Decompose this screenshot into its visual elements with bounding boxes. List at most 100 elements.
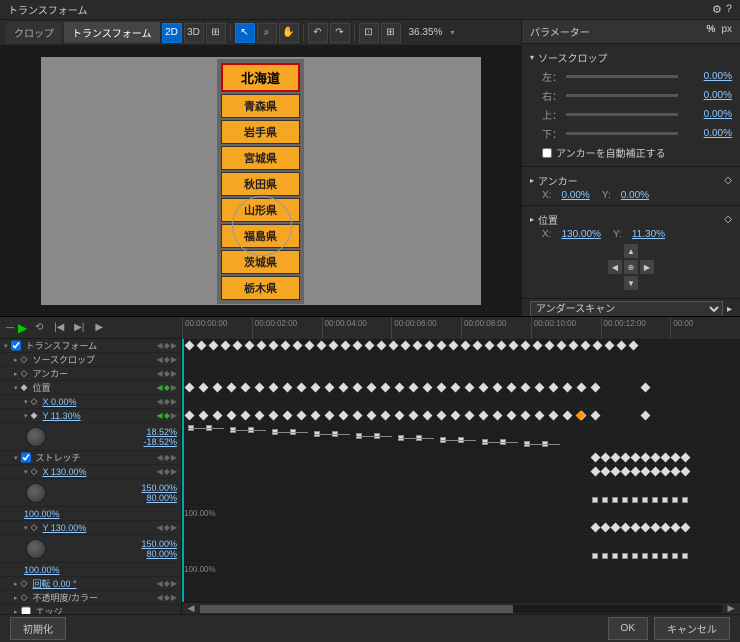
keyframe[interactable] — [521, 341, 531, 351]
keyframe[interactable] — [601, 453, 611, 463]
crop-top-value[interactable]: 0.00% — [684, 109, 732, 120]
keyframe[interactable] — [465, 411, 475, 421]
keyframe[interactable] — [485, 341, 495, 351]
crop-left-value[interactable]: 0.00% — [684, 71, 732, 82]
track-stretch[interactable]: ストレッチ — [34, 451, 154, 464]
keyframe[interactable] — [353, 341, 363, 351]
nav-up[interactable]: ▲ — [624, 244, 638, 258]
keyframe[interactable] — [641, 523, 651, 533]
keyframe[interactable] — [377, 341, 387, 351]
marker-button[interactable]: ▶ — [91, 320, 107, 336]
timeline-data-area[interactable]: 100.00% 100.00% ◀ ▶ — [182, 339, 740, 614]
keyframe[interactable] — [209, 341, 219, 351]
keyframe[interactable] — [602, 497, 608, 503]
keyframe[interactable] — [672, 497, 678, 503]
keyframe[interactable] — [493, 383, 503, 393]
keyframe[interactable] — [682, 497, 688, 503]
keyframe[interactable] — [509, 341, 519, 351]
keyframe[interactable] — [245, 341, 255, 351]
keyframe[interactable] — [651, 467, 661, 477]
str-x-knob[interactable] — [26, 483, 46, 503]
keyframe[interactable] — [437, 383, 447, 393]
scroll-track[interactable] — [200, 605, 722, 613]
keyframe[interactable] — [293, 341, 303, 351]
keyframe[interactable] — [479, 411, 489, 421]
keyframe[interactable] — [593, 341, 603, 351]
keyframe[interactable] — [563, 411, 573, 421]
keyframe[interactable] — [493, 411, 503, 421]
preview-canvas[interactable]: 北海道 青森県 岩手県 宮城県 秋田県 山形県 福島県 茨城県 栃木県 — [0, 46, 521, 316]
keyframe[interactable] — [651, 523, 661, 533]
scroll-thumb[interactable] — [200, 605, 513, 613]
redo-button[interactable]: ↷ — [330, 23, 350, 43]
keyframe[interactable] — [413, 341, 423, 351]
track-pos-x[interactable]: X 0.00% — [40, 397, 153, 407]
scroll-left-arrow[interactable]: ◀ — [186, 604, 196, 614]
mode-3d-button[interactable]: 3D — [184, 23, 204, 43]
keyframe[interactable] — [641, 383, 651, 393]
zoom-dropdown-icon[interactable]: ▾ — [450, 28, 454, 37]
keyframe[interactable] — [681, 467, 691, 477]
keyframe[interactable] — [283, 411, 293, 421]
keyframe[interactable] — [305, 341, 315, 351]
keyframe[interactable] — [642, 497, 648, 503]
keyframe[interactable] — [671, 467, 681, 477]
keyframe[interactable] — [311, 411, 321, 421]
settings-icon[interactable]: ⚙ — [712, 3, 722, 16]
keyframe[interactable] — [577, 383, 587, 393]
tab-transform[interactable]: トランスフォーム — [64, 22, 160, 43]
keyframe[interactable] — [473, 341, 483, 351]
nav-down[interactable]: ▼ — [624, 276, 638, 290]
keyframe[interactable] — [601, 523, 611, 533]
keyframe[interactable] — [661, 523, 671, 533]
prev-kf-button[interactable]: |◀ — [51, 320, 67, 336]
zoom-value[interactable]: 36.35% — [403, 27, 449, 38]
keyframe[interactable] — [341, 341, 351, 351]
loop-button[interactable]: ⟲ — [31, 320, 47, 336]
track-transform-checkbox[interactable] — [11, 339, 21, 352]
keyframe[interactable] — [581, 341, 591, 351]
help-icon[interactable]: ? — [726, 3, 732, 16]
keyframe[interactable] — [325, 383, 335, 393]
keyframe[interactable] — [227, 383, 237, 393]
track-anchor[interactable]: アンカー — [30, 367, 153, 380]
keyframe[interactable] — [641, 411, 651, 421]
keyframe[interactable] — [651, 453, 661, 463]
keyframe[interactable] — [591, 453, 601, 463]
playhead[interactable] — [182, 339, 184, 614]
keyframe[interactable] — [549, 383, 559, 393]
tab-crop[interactable]: クロップ — [6, 22, 62, 43]
keyframe[interactable] — [591, 383, 601, 393]
keyframe[interactable] — [311, 383, 321, 393]
keyframe[interactable] — [367, 411, 377, 421]
keyframe[interactable] — [549, 411, 559, 421]
underscan-action-icon[interactable]: ▸ — [727, 304, 732, 315]
hand-tool[interactable]: ✋ — [279, 23, 299, 43]
play-button[interactable]: ▶ — [18, 321, 27, 335]
keyframe[interactable] — [409, 383, 419, 393]
section-position[interactable]: ▸位置◇ — [530, 210, 732, 229]
keyframe[interactable] — [451, 411, 461, 421]
keyframe[interactable] — [269, 411, 279, 421]
section-anchor[interactable]: ▸アンカー◇ — [530, 171, 732, 190]
pos-y-knob[interactable] — [26, 427, 46, 447]
keyframe[interactable] — [631, 467, 641, 477]
crop-bottom-value[interactable]: 0.00% — [684, 128, 732, 139]
track-str-x[interactable]: X 130.00% — [40, 467, 153, 477]
keyframe[interactable] — [451, 383, 461, 393]
keyframe[interactable] — [612, 553, 618, 559]
track-toggle-icon[interactable]: — — [6, 323, 14, 332]
keyframe[interactable] — [395, 383, 405, 393]
track-position[interactable]: 位置 — [30, 381, 153, 394]
keyframe[interactable] — [621, 467, 631, 477]
keyframe[interactable] — [612, 497, 618, 503]
keyframe[interactable] — [591, 523, 601, 533]
keyframe[interactable] — [329, 341, 339, 351]
keyframe[interactable] — [672, 553, 678, 559]
position-y-value[interactable]: 11.30% — [632, 229, 665, 240]
keyframe[interactable] — [621, 453, 631, 463]
keyframe[interactable] — [533, 341, 543, 351]
keyframe[interactable] — [592, 497, 598, 503]
keyframe[interactable] — [661, 467, 671, 477]
keyframe[interactable] — [241, 411, 251, 421]
